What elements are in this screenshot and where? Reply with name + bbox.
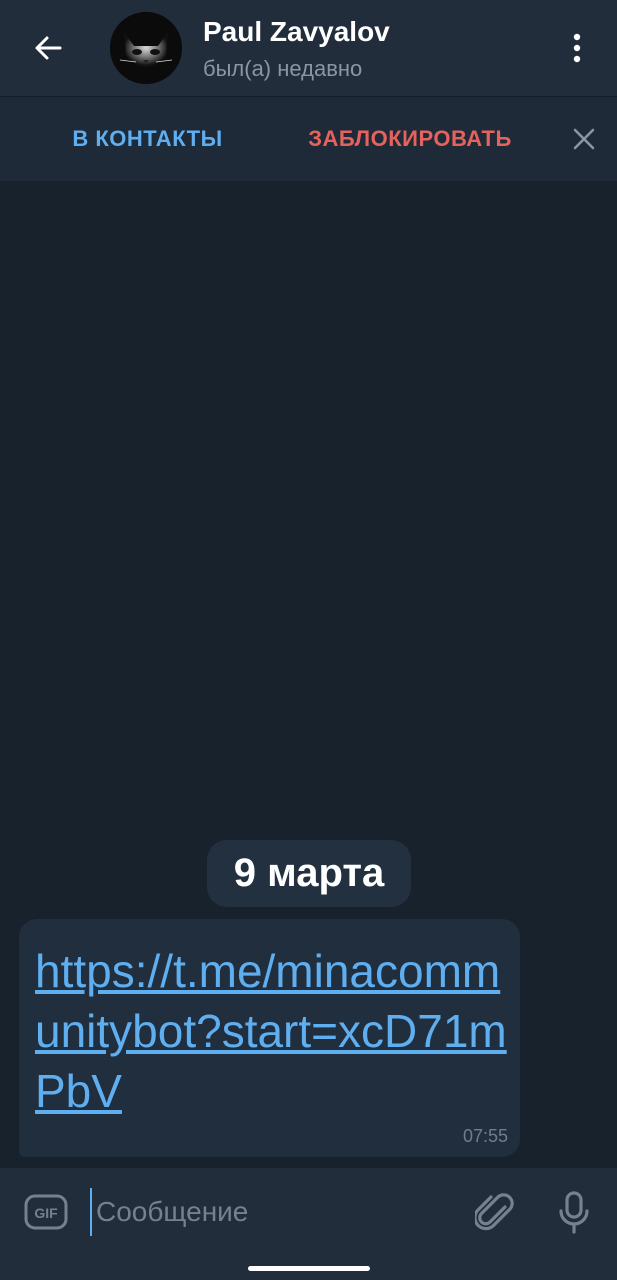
gif-button[interactable]: GIF [24, 1192, 68, 1232]
voice-record-button[interactable] [552, 1188, 596, 1238]
message-bubble[interactable]: https://t.me/minacommunitybot?start=xcD7… [19, 919, 520, 1157]
close-action-bar-button[interactable] [562, 117, 606, 161]
paperclip-icon [475, 1193, 514, 1231]
cat-avatar-icon [110, 12, 182, 84]
contact-action-bar: В КОНТАКТЫ ЗАБЛОКИРОВАТЬ [0, 96, 617, 181]
avatar[interactable] [110, 12, 182, 84]
contact-name[interactable]: Paul Zavyalov [203, 16, 390, 48]
system-nav-bar [0, 1258, 617, 1280]
home-indicator[interactable] [248, 1266, 370, 1271]
attach-button[interactable] [472, 1188, 518, 1238]
gif-label: GIF [34, 1205, 58, 1221]
date-separator: 9 марта [207, 840, 411, 907]
contact-status: был(а) недавно [203, 56, 363, 81]
message-link[interactable]: https://t.me/minacommunitybot?start=xcD7… [35, 941, 515, 1121]
message-composer: GIF [0, 1168, 617, 1258]
close-icon [573, 128, 595, 150]
gif-icon: GIF [24, 1194, 68, 1230]
back-button[interactable] [20, 26, 76, 70]
chat-header: Paul Zavyalov был(а) недавно [0, 0, 617, 96]
message-time: 07:55 [462, 1126, 508, 1146]
message-input[interactable] [90, 1188, 456, 1236]
microphone-icon [559, 1191, 589, 1234]
add-to-contacts-button[interactable]: В КОНТАКТЫ [0, 97, 295, 181]
block-user-button[interactable]: ЗАБЛОКИРОВАТЬ [290, 97, 530, 181]
more-vertical-icon [573, 33, 581, 63]
more-menu-button[interactable] [560, 26, 594, 70]
arrow-left-icon [35, 36, 62, 60]
